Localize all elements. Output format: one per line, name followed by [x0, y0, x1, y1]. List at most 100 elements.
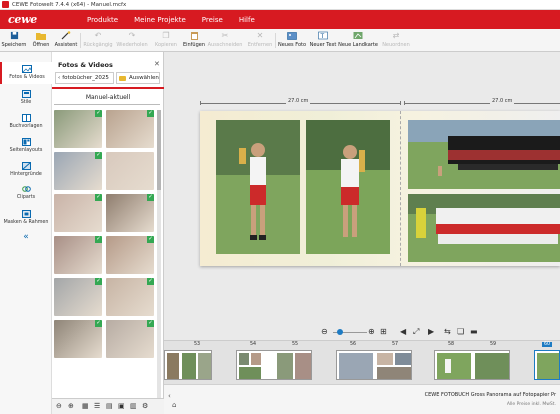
delete-button[interactable]: ✕ Entfernen — [246, 31, 274, 48]
photo-thumbnail[interactable]: ✓ — [106, 236, 154, 274]
folder-back-button[interactable]: ‹ fotobücher_2025 — [55, 72, 114, 84]
select-folder-label: Auswählen — [129, 75, 159, 81]
double-chevron-left-icon: « — [23, 231, 29, 242]
photo-thumbnail[interactable]: ✓ — [106, 110, 154, 148]
select-folder-button[interactable]: Auswählen — [116, 72, 160, 84]
filter-icon[interactable]: ▥ — [130, 402, 137, 410]
copy-button[interactable]: ❐ Kopieren — [152, 31, 180, 48]
open-button[interactable]: Öffnen — [27, 31, 55, 48]
photo-thumbnail[interactable]: ✓ — [54, 278, 102, 316]
main-menu-bar: cewe Produkte Meine Projekte Preise Hilf… — [0, 10, 560, 29]
redo-button[interactable]: ↷ Wiederholen — [116, 31, 147, 48]
photos-scrollbar[interactable] — [157, 110, 161, 400]
sidebar-item-photos[interactable]: Fotos & Videos — [0, 62, 52, 84]
new-photo-icon — [287, 31, 297, 40]
undo-button[interactable]: ↶ Rückgängig — [83, 31, 112, 48]
sidebar-item-backgrounds[interactable]: Hintergründe — [0, 161, 52, 177]
used-checkmark-icon: ✓ — [147, 110, 154, 117]
photo-thumbnail[interactable]: ✓ — [54, 194, 102, 232]
grid-large-icon[interactable]: ▣ — [118, 402, 125, 410]
chevron-left-icon[interactable]: ‹ — [168, 392, 171, 400]
grid-view-icon[interactable]: ▤ — [106, 402, 113, 410]
ruler-right — [404, 103, 560, 104]
add-page-icon[interactable]: ⊞ — [380, 327, 387, 336]
zoom-slider-handle[interactable] — [337, 329, 343, 335]
page-format-icon[interactable]: ⌂ — [172, 401, 176, 409]
sidebar-item-book-templates[interactable]: Buchvorlagen — [0, 113, 52, 129]
cut-button[interactable]: ✂ Ausschneiden — [208, 31, 243, 48]
assistant-button[interactable]: Assistent — [52, 31, 80, 48]
app-icon — [2, 1, 9, 8]
sidebar-item-masks-frames[interactable]: Masken & Rahmen — [0, 209, 52, 225]
grid-small-icon[interactable]: ▦ — [82, 402, 89, 410]
paste-icon — [189, 31, 199, 40]
new-text-button[interactable]: T Neuer Text — [309, 31, 337, 48]
used-checkmark-icon: ✓ — [95, 320, 102, 327]
filmstrip-page-number: 56 — [350, 342, 357, 347]
photo-frame-boy-trophy-1[interactable] — [216, 120, 300, 254]
used-checkmark-icon: ✓ — [95, 152, 102, 159]
sidebar-item-cliparts[interactable]: Cliparts — [0, 184, 52, 200]
previous-page-icon[interactable]: ◀ — [400, 327, 406, 336]
settings-icon[interactable]: ⚙ — [142, 402, 148, 410]
photo-frame-team-2[interactable] — [408, 194, 560, 262]
wizard-icon — [61, 31, 71, 40]
photo-thumbnail[interactable]: ✓ — [54, 152, 102, 190]
folder-icon — [119, 75, 126, 81]
menu-item-produkte[interactable]: Produkte — [87, 16, 118, 24]
scrollbar-thumb[interactable] — [157, 110, 161, 190]
toolbar-separator — [80, 33, 81, 48]
sidebar-collapse-button[interactable]: « — [0, 231, 52, 242]
photo-thumbnail[interactable] — [106, 152, 154, 190]
close-icon: ✕ — [154, 60, 160, 68]
folder-name: Manuel-aktuell — [85, 94, 131, 101]
filmstrip-page-54-55[interactable] — [236, 350, 312, 380]
menu-item-preise[interactable]: Preise — [202, 16, 223, 24]
filmstrip-page-53[interactable] — [164, 350, 212, 380]
menu-item-meine-projekte[interactable]: Meine Projekte — [134, 16, 186, 24]
zoom-in-icon[interactable]: ⊕ — [368, 327, 375, 336]
swap-pages-icon[interactable]: ⇆ — [444, 327, 451, 336]
photo-thumbnail[interactable]: ✓ — [106, 320, 154, 358]
sidebar-item-page-layouts[interactable]: Seitenlayouts — [0, 137, 52, 153]
page-view-icon[interactable]: ▬ — [470, 327, 478, 336]
filmstrip-page-58-59[interactable] — [434, 350, 510, 380]
panel-close-button[interactable]: ✕ — [154, 60, 160, 68]
next-page-icon[interactable]: ▶ — [428, 327, 434, 336]
svg-text:T: T — [320, 33, 325, 40]
ruler-tick — [404, 101, 405, 105]
photo-frame-boy-trophy-2[interactable] — [306, 120, 390, 254]
new-text-icon: T — [318, 31, 328, 40]
fit-page-icon[interactable]: ⤢ — [413, 327, 419, 337]
folder-open-icon — [36, 31, 46, 40]
list-view-icon[interactable]: ☰ — [94, 402, 100, 410]
zoom-out-icon[interactable]: ⊖ — [321, 327, 328, 336]
zoom-slider[interactable] — [333, 329, 367, 335]
copy-icon: ❐ — [162, 31, 170, 40]
status-bar: ‹ ⌂ CEWE FOTOBUCH Gross Panorama auf Fot… — [164, 384, 560, 414]
new-map-button[interactable]: Neue Landkarte — [338, 31, 378, 48]
new-photo-button[interactable]: Neues Foto — [278, 31, 306, 48]
rearrange-button[interactable]: ⇄ Neuordnen — [382, 31, 410, 48]
zoom-out-icon[interactable]: ⊖ — [56, 402, 62, 410]
undo-icon: ↶ — [94, 31, 102, 40]
cewe-logo[interactable]: cewe — [8, 13, 37, 26]
paste-button[interactable]: Einfügen — [180, 31, 208, 48]
save-button[interactable]: Speichern — [0, 31, 28, 48]
filmstrip-page-60[interactable] — [534, 350, 560, 380]
page-spread[interactable] — [200, 111, 560, 266]
photo-thumbnail[interactable]: ✓ — [106, 278, 154, 316]
cliparts-icon — [21, 184, 31, 193]
menu-item-hilfe[interactable]: Hilfe — [239, 16, 255, 24]
filmstrip-page-56-57[interactable] — [336, 350, 412, 380]
photo-frame-team-1[interactable] — [408, 120, 560, 189]
sidebar-item-styles[interactable]: Stile — [0, 89, 52, 105]
photo-thumbnail[interactable]: ✓ — [54, 110, 102, 148]
duplicate-page-icon[interactable]: ❏ — [457, 327, 464, 336]
photo-thumbnail[interactable]: ✓ — [54, 236, 102, 274]
filmstrip-page-number: 53 — [194, 342, 201, 347]
photo-thumbnail[interactable]: ✓ — [106, 194, 154, 232]
zoom-in-icon[interactable]: ⊕ — [68, 402, 74, 410]
zoom-controls: ⊖ ⊕ ⊞ ◀ ⤢ ▶ ⇆ ❏ ▬ — [320, 326, 560, 340]
photo-thumbnail[interactable]: ✓ — [54, 320, 102, 358]
